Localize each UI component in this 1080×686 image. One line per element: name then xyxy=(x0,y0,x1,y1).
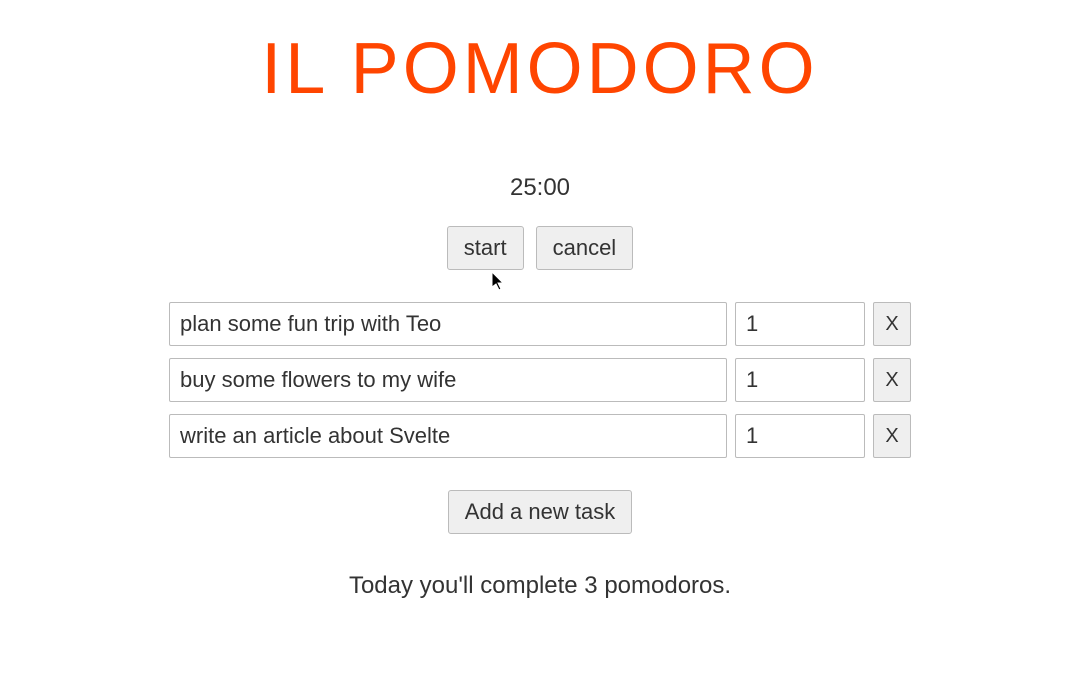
delete-task-button[interactable]: X xyxy=(873,358,911,402)
add-task-button[interactable]: Add a new task xyxy=(448,490,632,534)
cursor-icon xyxy=(492,272,508,292)
cancel-button[interactable]: cancel xyxy=(536,226,634,270)
add-task-wrap: Add a new task xyxy=(0,490,1080,534)
task-list: X X X xyxy=(169,302,911,458)
task-count-input[interactable] xyxy=(735,358,865,402)
task-count-input[interactable] xyxy=(735,414,865,458)
task-row: X xyxy=(169,414,911,458)
task-name-input[interactable] xyxy=(169,302,727,346)
timer-controls: start cancel xyxy=(0,226,1080,270)
summary-text: Today you'll complete 3 pomodoros. xyxy=(0,572,1080,600)
timer-display: 25:00 xyxy=(0,174,1080,202)
task-name-input[interactable] xyxy=(169,358,727,402)
task-name-input[interactable] xyxy=(169,414,727,458)
delete-task-button[interactable]: X xyxy=(873,302,911,346)
task-count-input[interactable] xyxy=(735,302,865,346)
app-title: IL POMODORO xyxy=(0,28,1080,110)
delete-task-button[interactable]: X xyxy=(873,414,911,458)
task-row: X xyxy=(169,358,911,402)
start-button[interactable]: start xyxy=(447,226,524,270)
task-row: X xyxy=(169,302,911,346)
